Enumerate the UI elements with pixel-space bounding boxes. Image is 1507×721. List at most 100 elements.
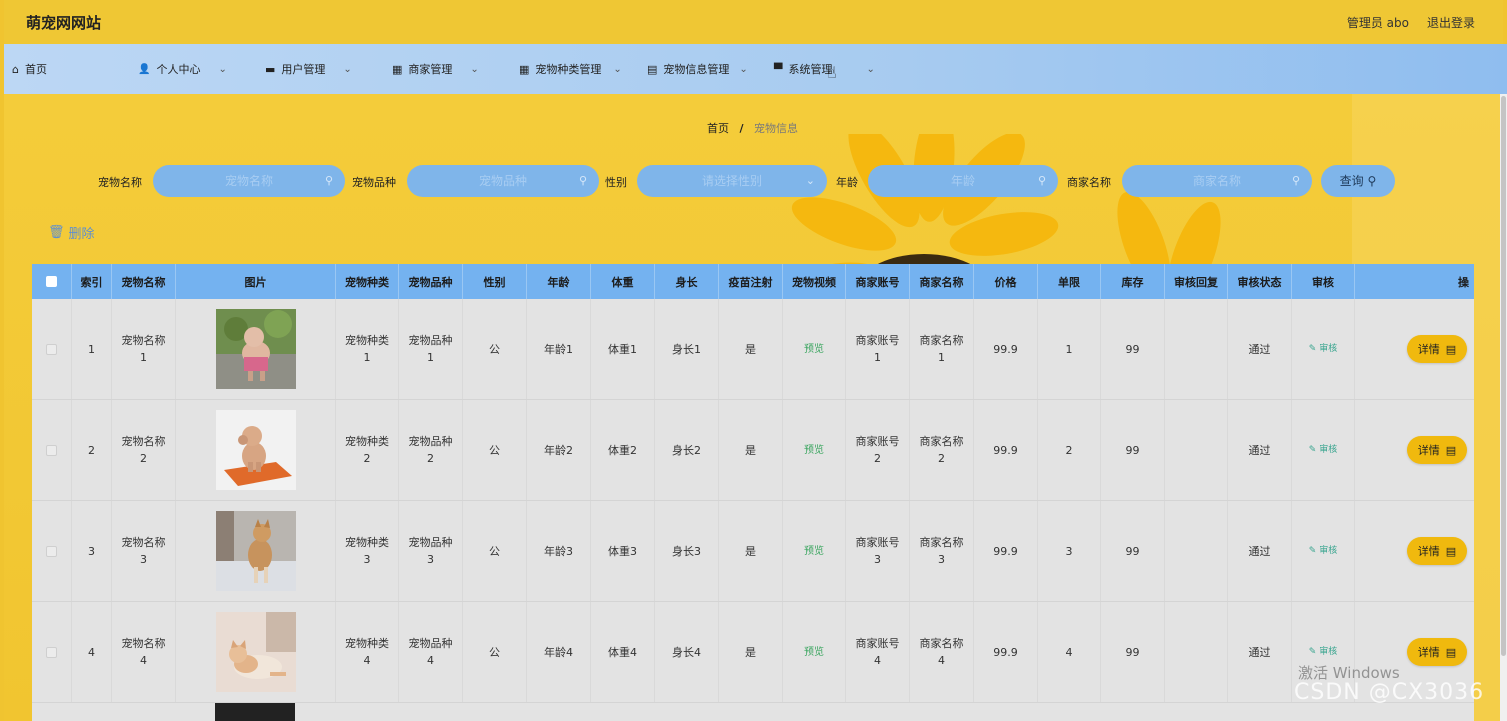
row-checkbox[interactable] — [46, 343, 57, 355]
nav-label-merchant-management: 商家管理 — [408, 63, 453, 76]
document-icon: ▤ — [1445, 342, 1457, 356]
nav-item-pet-category-management[interactable]: ▦ 宠物种类管理 ⌄ — [519, 44, 647, 94]
poodle-cushion-photo[interactable] — [215, 410, 296, 490]
cell-audit: ✎ 审核 — [1292, 400, 1355, 500]
cell-breed-num: 1 — [427, 351, 434, 364]
pet-name-search-input[interactable]: 宠物名称 ⚲ — [153, 165, 345, 197]
detail-button-label: 详情 — [1417, 645, 1440, 659]
select-all-checkbox-cell[interactable] — [32, 264, 72, 299]
cell-merchant-account-text: 商家账号 — [855, 334, 900, 347]
chevron-down-icon: ⌄ — [470, 63, 479, 75]
main-nav: ⌂ 首页 👤 个人中心 ⌄ ▬ 用户管理 ⌄ ▦ 商家管理 ⌄ ▦ 宠物种类管理… — [4, 44, 1507, 94]
col-header-merchant-name: 商家名称 — [910, 264, 974, 299]
search-label-age: 年龄 — [836, 176, 858, 189]
preview-link[interactable]: 预览 — [804, 543, 824, 560]
nav-label-profile: 个人中心 — [156, 63, 201, 76]
audit-link[interactable]: ✎ 审核 — [1309, 341, 1337, 358]
col-header-limit: 单限 — [1038, 264, 1101, 299]
cell-merchant-name: 商家名称 4 — [910, 602, 974, 702]
document-icon: ▤ — [1445, 443, 1457, 457]
preview-link[interactable]: 预览 — [804, 644, 824, 661]
logout-link[interactable]: 退出登录 — [1427, 14, 1475, 31]
audit-link[interactable]: ✎ 审核 — [1309, 543, 1337, 560]
cat-photo[interactable] — [215, 612, 296, 692]
detail-button-label: 详情 — [1417, 342, 1440, 356]
detail-button[interactable]: 详情 ▤ — [1407, 335, 1467, 363]
cell-length: 身长2 — [655, 400, 719, 500]
csdn-watermark: CSDN @CX3036 — [1294, 680, 1485, 705]
cell-pet-name-num: 4 — [140, 654, 147, 667]
cell-video: 预览 — [783, 400, 846, 500]
search-bar: 宠物名称 宠物名称 ⚲ 宠物品种 宠物品种 ⚲ 性别 请选择性别 ⌄ 年龄 年龄… — [4, 165, 1500, 197]
query-button[interactable]: 查询 ⚲ — [1321, 165, 1395, 197]
row-checkbox[interactable] — [46, 444, 57, 456]
shiba-photo[interactable] — [215, 511, 296, 591]
cell-audit-status: 通过 — [1228, 501, 1292, 601]
nav-label-pet-category-management: 宠物种类管理 — [535, 63, 602, 76]
cell-merchant-account-num: 3 — [874, 553, 881, 566]
cell-audit-status: 通过 — [1228, 299, 1292, 399]
cell-audit-reply — [1165, 602, 1228, 702]
cell-pet-name-text: 宠物名称 — [121, 334, 166, 347]
admin-user-label[interactable]: 管理员 abo — [1347, 14, 1409, 31]
edit-icon: ✎ — [1308, 646, 1320, 657]
preview-link[interactable]: 预览 — [804, 442, 824, 459]
cell-audit-status: 通过 — [1228, 400, 1292, 500]
detail-button[interactable]: 详情 ▤ — [1407, 638, 1467, 666]
nav-item-home[interactable]: ⌂ 首页 — [12, 44, 138, 94]
cell-stock: 99 — [1101, 400, 1165, 500]
preview-link[interactable]: 预览 — [804, 341, 824, 358]
cell-audit-status: 通过 — [1228, 602, 1292, 702]
col-header-stock: 库存 — [1101, 264, 1165, 299]
merchant-name-search-input[interactable]: 商家名称 ⚲ — [1122, 165, 1312, 197]
cell-price: 99.9 — [974, 501, 1038, 601]
col-header-age: 年龄 — [527, 264, 591, 299]
nav-item-pet-info-management[interactable]: ▤ 宠物信息管理 ⌄ — [647, 44, 774, 94]
audit-link-label: 审核 — [1319, 646, 1338, 657]
select-all-checkbox[interactable] — [46, 276, 57, 287]
detail-button-label: 详情 — [1417, 544, 1440, 558]
audit-link-label: 审核 — [1319, 343, 1338, 354]
row-checkbox-cell[interactable] — [32, 602, 72, 702]
audit-link[interactable]: ✎ 审核 — [1309, 644, 1337, 661]
row-checkbox[interactable] — [46, 646, 57, 658]
cell-gender: 公 — [463, 501, 527, 601]
nav-item-profile[interactable]: 👤 个人中心 ⌄ — [138, 44, 265, 94]
gender-select[interactable]: 请选择性别 ⌄ — [637, 165, 827, 197]
cell-limit: 1 — [1038, 299, 1101, 399]
row-checkbox-cell[interactable] — [32, 400, 72, 500]
row-checkbox[interactable] — [46, 545, 57, 557]
cell-index: 1 — [72, 299, 112, 399]
chevron-down-icon: ⌄ — [866, 63, 875, 75]
col-header-audit-status: 审核状态 — [1228, 264, 1292, 299]
cell-breed-num: 4 — [427, 654, 434, 667]
row-checkbox-cell[interactable] — [32, 501, 72, 601]
cell-pet-name-text: 宠物名称 — [121, 637, 166, 650]
age-search-input[interactable]: 年龄 ⚲ — [868, 165, 1058, 197]
detail-button[interactable]: 详情 ▤ — [1407, 436, 1467, 464]
clipboard-icon: ▤ — [647, 62, 658, 76]
poodle-photo[interactable] — [215, 309, 296, 389]
detail-button[interactable]: 详情 ▤ — [1407, 537, 1467, 565]
cell-merchant-name-text: 商家名称 — [919, 637, 964, 650]
cell-length: 身长1 — [655, 299, 719, 399]
pet-info-table: 索引 宠物名称 图片 宠物种类 宠物品种 性别 年龄 体重 身长 疫苗注射 宠物… — [32, 264, 1474, 721]
cell-pet-kind: 宠物种类 3 — [336, 501, 399, 601]
nav-item-merchant-management[interactable]: ▦ 商家管理 ⌄ — [392, 44, 519, 94]
nav-item-system-management[interactable]: ▀ 系统管理 ⌄ — [774, 44, 901, 94]
cell-merchant-name: 商家名称 3 — [910, 501, 974, 601]
row-checkbox-cell[interactable] — [32, 299, 72, 399]
nav-item-user-management[interactable]: ▬ 用户管理 ⌄ — [265, 44, 392, 94]
nav-label-system-management: 系统管理 — [788, 63, 833, 76]
delete-button[interactable]: 🗑 删除 — [48, 223, 95, 242]
breadcrumb-home[interactable]: 首页 — [707, 122, 729, 135]
col-header-actions: 操 — [1458, 275, 1469, 289]
pet-breed-search-input[interactable]: 宠物品种 ⚲ — [407, 165, 599, 197]
cell-kind-text: 宠物种类 — [345, 637, 389, 650]
cell-stock: 99 — [1101, 299, 1165, 399]
pet-breed-placeholder: 宠物品种 — [478, 174, 527, 188]
cell-index: 2 — [72, 400, 112, 500]
audit-link[interactable]: ✎ 审核 — [1309, 442, 1337, 459]
scrollbar-thumb[interactable] — [1501, 96, 1506, 656]
search-label-gender: 性别 — [605, 176, 627, 189]
